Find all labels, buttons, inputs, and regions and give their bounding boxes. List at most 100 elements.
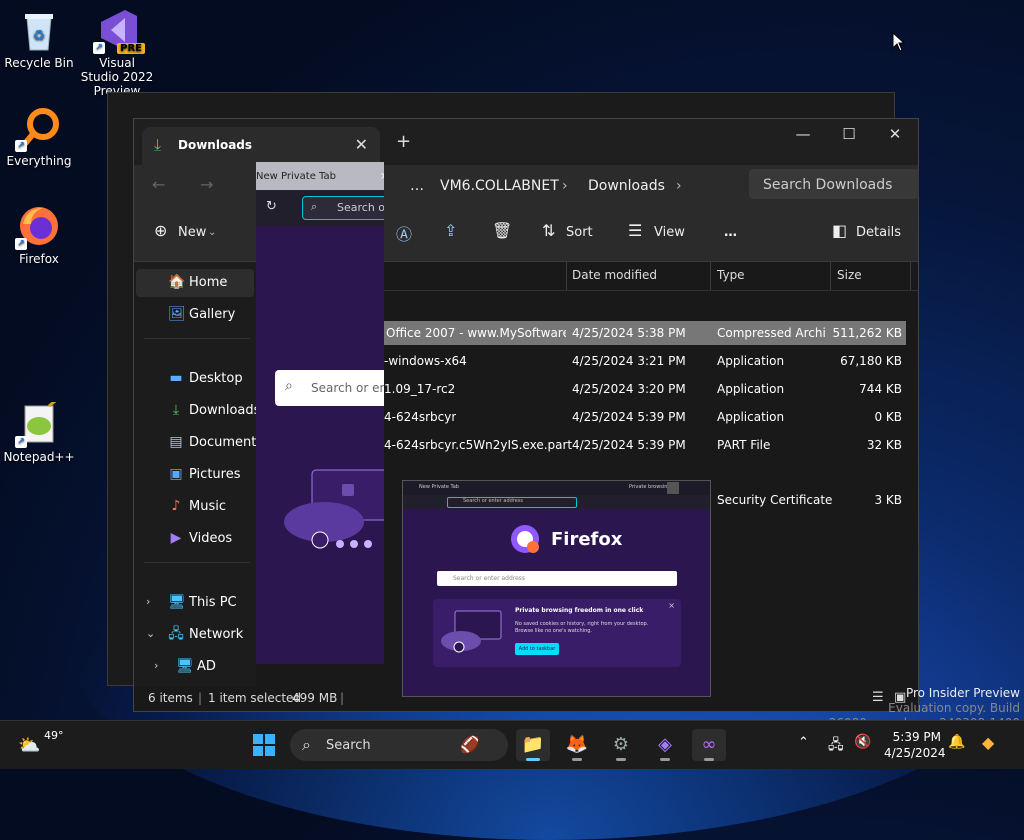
pc-icon: 🖥 [168, 594, 186, 610]
status-selected: 1 item selected [208, 691, 302, 705]
chevron-down-icon[interactable]: ⌄ [146, 627, 155, 640]
new-button[interactable]: New [178, 225, 206, 240]
sort-button[interactable]: Sort [566, 225, 593, 240]
close-tab-icon[interactable]: ✕ [355, 135, 368, 154]
back-arrow-icon[interactable]: ← [152, 175, 165, 194]
pictures-icon: ▣ [169, 466, 183, 482]
clock[interactable]: 5:39 PM 4/25/2024 [884, 729, 946, 761]
recycle-bin-icon: ♻ [17, 8, 61, 52]
table-row[interactable]: 4-624srbcyr.c5Wn2yIS.exe.part 4/25/2024 … [384, 433, 906, 457]
firefox-private-logo-icon [511, 525, 539, 553]
breadcrumb-item-downloads[interactable]: Downloads [588, 178, 665, 194]
column-header-type[interactable]: Type [717, 268, 745, 282]
new-tab-button[interactable]: + [396, 131, 411, 152]
thumb-search-input: Search or enter address [437, 571, 677, 586]
delete-icon[interactable]: 🗑 [492, 221, 512, 240]
table-row[interactable]: 4-624srbcyr 4/25/2024 5:39 PM Applicatio… [384, 405, 906, 429]
sidebar-item-videos[interactable]: ▶ Videos [134, 525, 256, 553]
tab-downloads[interactable]: ⤓ Downloads ✕ [142, 127, 380, 165]
taskbar-settings[interactable]: ⚙ [604, 729, 638, 761]
search-input[interactable]: Search Downloads [749, 169, 919, 199]
private-search-input[interactable]: ⌕ Search or ent [275, 370, 384, 406]
promo-illustration [441, 610, 502, 653]
table-row[interactable]: 1.09_17-rc2 4/25/2024 3:20 PM Applicatio… [384, 377, 906, 401]
download-icon: ⤓ [172, 402, 180, 418]
private-browsing-promo-card: Private browsing freedom in one click No… [433, 599, 681, 667]
url-input[interactable]: ⌕ Search or [302, 196, 384, 220]
desktop-icon-notepadpp[interactable]: ↗ Notepad++ [1, 396, 77, 464]
weather-sun-icon: ⛅ [18, 735, 41, 756]
taskbar-visual-studio[interactable]: ◈ [648, 729, 682, 761]
music-icon: ♪ [171, 498, 181, 514]
sidebar-item-documents[interactable]: ▤ Documents [134, 429, 263, 457]
details-button[interactable]: Details [856, 225, 901, 240]
videos-icon: ▶ [170, 530, 182, 546]
breadcrumb-overflow[interactable]: … [410, 178, 424, 194]
desktop-icon-firefox[interactable]: ↗ Firefox [1, 204, 77, 266]
taskbar-search[interactable]: ⌕ Search 🏈 [290, 729, 508, 761]
shortcut-arrow-icon: ↗ [15, 436, 27, 448]
taskbar-firefox-private[interactable]: ∞ [692, 729, 726, 761]
table-row[interactable]: -windows-x64 4/25/2024 3:21 PM Applicati… [384, 349, 906, 373]
forward-arrow-icon[interactable]: → [200, 175, 213, 194]
sidebar-item-network[interactable]: ⌄ 🖧 Network [134, 621, 256, 649]
notepadpp-icon: ↗ [15, 396, 61, 448]
divider [144, 562, 250, 563]
search-icon: ⌕ [285, 378, 293, 394]
volume-muted-icon[interactable]: 🔇 [854, 734, 871, 750]
taskbar-firefox[interactable]: 🦊 [560, 729, 594, 761]
column-header-size[interactable]: Size [837, 268, 862, 282]
chevron-right-icon[interactable]: › [154, 659, 158, 672]
share-icon[interactable]: ⇪ [444, 221, 457, 240]
firefox-icon: 🦊 [565, 734, 589, 755]
firefox-icon: ↗ [15, 204, 61, 250]
start-button[interactable] [252, 733, 276, 757]
firefox-thumbnail-preview[interactable]: New Private Tab Private browsing Search … [402, 480, 711, 697]
private-browsing-illustration [284, 469, 384, 549]
breadcrumb[interactable]: … VM6.COLLABNET › Downloads › [402, 171, 740, 201]
firefox-window-fragment[interactable]: New Private Tab › ↻ ⌕ Search or ⌕ Search… [256, 162, 384, 664]
sidebar-item-pictures[interactable]: ▣ Pictures [134, 461, 256, 489]
chevron-up-icon[interactable]: ⌃ [798, 735, 809, 750]
desktop-icon-everything[interactable]: ↗ Everything [1, 106, 77, 168]
close-window-button[interactable]: ✕ [872, 125, 918, 143]
table-row[interactable]: Office 2007 - www.MySoftware... 4/25/202… [384, 321, 906, 345]
visual-studio-icon: PRE ↗ [93, 8, 145, 54]
network-status-icon[interactable]: 🖧 [828, 734, 844, 758]
sidebar-item-home[interactable]: 🏠 Home [136, 269, 254, 297]
rename-icon[interactable]: Ⓐ [396, 221, 412, 245]
notification-bell-icon[interactable]: 🔔 [948, 734, 965, 750]
desktop-icon-recycle-bin[interactable]: ♻ Recycle Bin [1, 8, 77, 70]
folder-icon: 📁 [521, 734, 545, 755]
navigation-pane: 🏠 Home 🖼 Gallery ▬ Desktop ⤓ Downloads ▤ Docu… [134, 262, 263, 689]
sidebar-item-gallery[interactable]: 🖼 Gallery [134, 301, 256, 329]
breadcrumb-item-vm6[interactable]: VM6.COLLABNET [440, 178, 559, 194]
chevron-right-icon[interactable]: › [146, 595, 150, 608]
sidebar-item-music[interactable]: ♪ Music [134, 493, 256, 521]
everything-magnifier-icon: ↗ [15, 106, 61, 152]
taskbar: ⛅ 49° ⌕ Search 🏈 📁 🦊 ⚙ ◈ ∞ ⌃ 🖧 🔇 5:39 PM… [0, 720, 1024, 769]
visual-studio-icon: ◈ [658, 734, 672, 755]
network-icon: 🖧 [168, 626, 184, 642]
desktop-icon-visual-studio[interactable]: PRE ↗ Visual Studio 2022 Preview [79, 8, 155, 98]
sidebar-item-this-pc[interactable]: › 🖥 This PC [134, 589, 256, 617]
maximize-button[interactable]: ☐ [826, 125, 872, 143]
sidebar-item-ad[interactable]: › 🖥 AD [134, 653, 256, 681]
divider [144, 338, 250, 339]
more-options-button[interactable]: … [724, 225, 737, 240]
sidebar-item-downloads[interactable]: ⤓ Downloads [134, 397, 261, 425]
sidebar-item-desktop[interactable]: ▬ Desktop [134, 365, 256, 393]
tab-new-private[interactable]: New Private Tab [256, 171, 336, 182]
column-header-date[interactable]: Date modified [572, 268, 657, 282]
reload-icon[interactable]: ↻ [266, 199, 277, 214]
chevron-right-icon: › [380, 168, 384, 184]
taskbar-file-explorer[interactable]: 📁 [516, 729, 550, 761]
view-button[interactable]: View [654, 225, 685, 240]
title-bar[interactable]: ⤓ Downloads ✕ + — ☐ ✕ [134, 119, 918, 165]
copilot-icon[interactable]: ◆ [982, 733, 994, 752]
close-icon: × [668, 601, 675, 610]
new-plus-icon: ⊕ [154, 221, 168, 240]
minimize-button[interactable]: — [780, 125, 826, 143]
chevron-right-icon: › [562, 178, 568, 194]
weather-widget[interactable]: ⛅ 49° [14, 729, 74, 761]
